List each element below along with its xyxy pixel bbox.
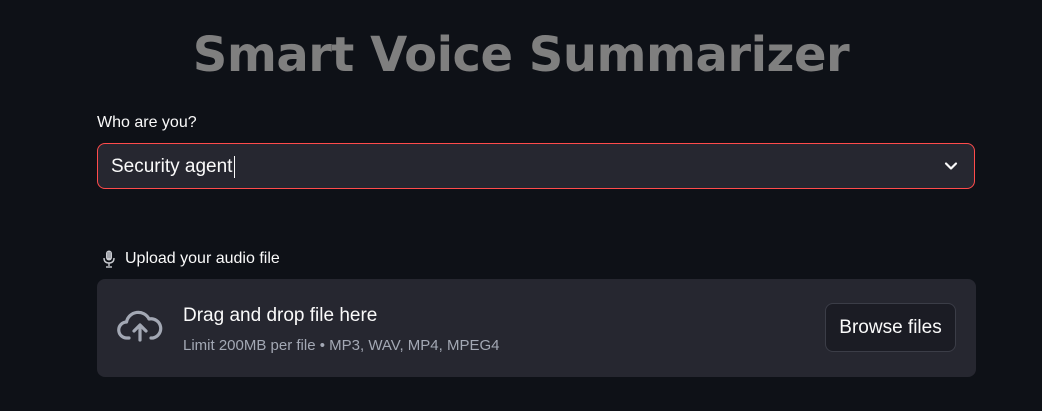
dropzone-title: Drag and drop file here xyxy=(183,305,378,326)
cloud-upload-icon xyxy=(117,310,163,342)
role-select[interactable]: Security agent xyxy=(97,143,975,189)
file-dropzone[interactable]: Drag and drop file here Limit 200MB per … xyxy=(97,279,976,377)
upload-label: Upload your audio file xyxy=(102,248,280,270)
role-select-value: Security agent xyxy=(111,156,233,177)
dropzone-limit: Limit 200MB per file • MP3, WAV, MP4, MP… xyxy=(183,337,500,354)
role-select-value-wrap[interactable]: Security agent xyxy=(111,156,236,178)
browse-files-button[interactable]: Browse files xyxy=(825,303,956,352)
upload-label-text: Upload your audio file xyxy=(125,250,280,267)
microphone-icon xyxy=(103,250,115,268)
text-caret xyxy=(234,156,236,178)
page-title: Smart Voice Summarizer xyxy=(192,27,850,83)
chevron-down-icon[interactable] xyxy=(943,158,959,174)
role-select-label: Who are you? xyxy=(97,114,197,131)
